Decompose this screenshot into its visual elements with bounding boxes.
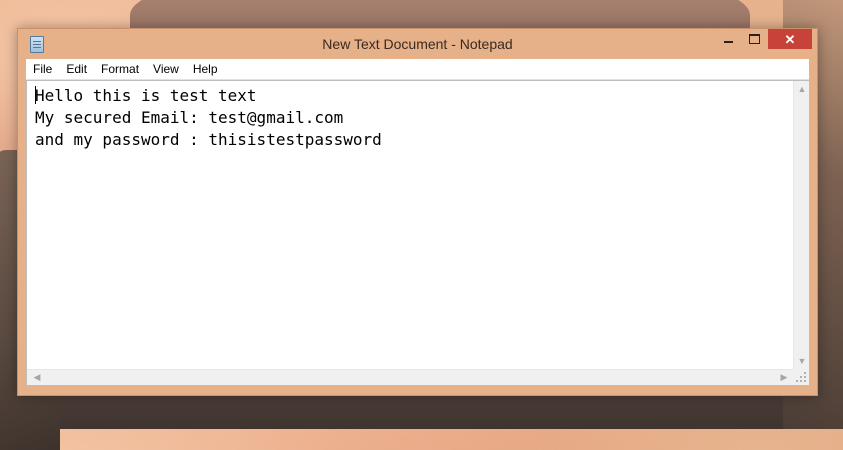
text-line-content: Hello this is test text [35,86,257,105]
size-grip-icon[interactable] [793,369,809,385]
text-line: Hello this is test text [35,85,786,107]
close-icon: ✕ [784,31,796,47]
menu-file[interactable]: File [26,59,59,79]
menu-view[interactable]: View [146,59,186,79]
scroll-right-icon[interactable]: ▶ [776,373,792,382]
menu-help[interactable]: Help [186,59,225,79]
minimize-icon [723,41,733,43]
horizontal-scrollbar[interactable]: ◀ ▶ [27,369,794,385]
window-title: New Text Document - Notepad [322,36,513,52]
menu-bar: File Edit Format View Help [26,59,809,80]
vertical-scrollbar[interactable]: ▲ ▼ [793,81,809,370]
text-line: My secured Email: test@gmail.com [35,108,344,127]
scroll-down-icon[interactable]: ▼ [794,357,810,366]
text-line: and my password : thisistestpassword [35,130,382,149]
maximize-button[interactable] [741,29,767,49]
maximize-icon [748,34,760,44]
scroll-left-icon[interactable]: ◀ [29,373,45,382]
close-button[interactable]: ✕ [768,29,812,49]
text-area[interactable]: Hello this is test text My secured Email:… [27,81,794,370]
notepad-window: New Text Document - Notepad ✕ File Edit … [17,28,818,396]
scroll-up-icon[interactable]: ▲ [794,85,810,94]
menu-edit[interactable]: Edit [59,59,94,79]
text-editor[interactable]: Hello this is test text My secured Email:… [26,80,810,386]
title-bar[interactable]: New Text Document - Notepad ✕ [18,29,817,59]
menu-format[interactable]: Format [94,59,146,79]
minimize-button[interactable] [715,29,741,49]
